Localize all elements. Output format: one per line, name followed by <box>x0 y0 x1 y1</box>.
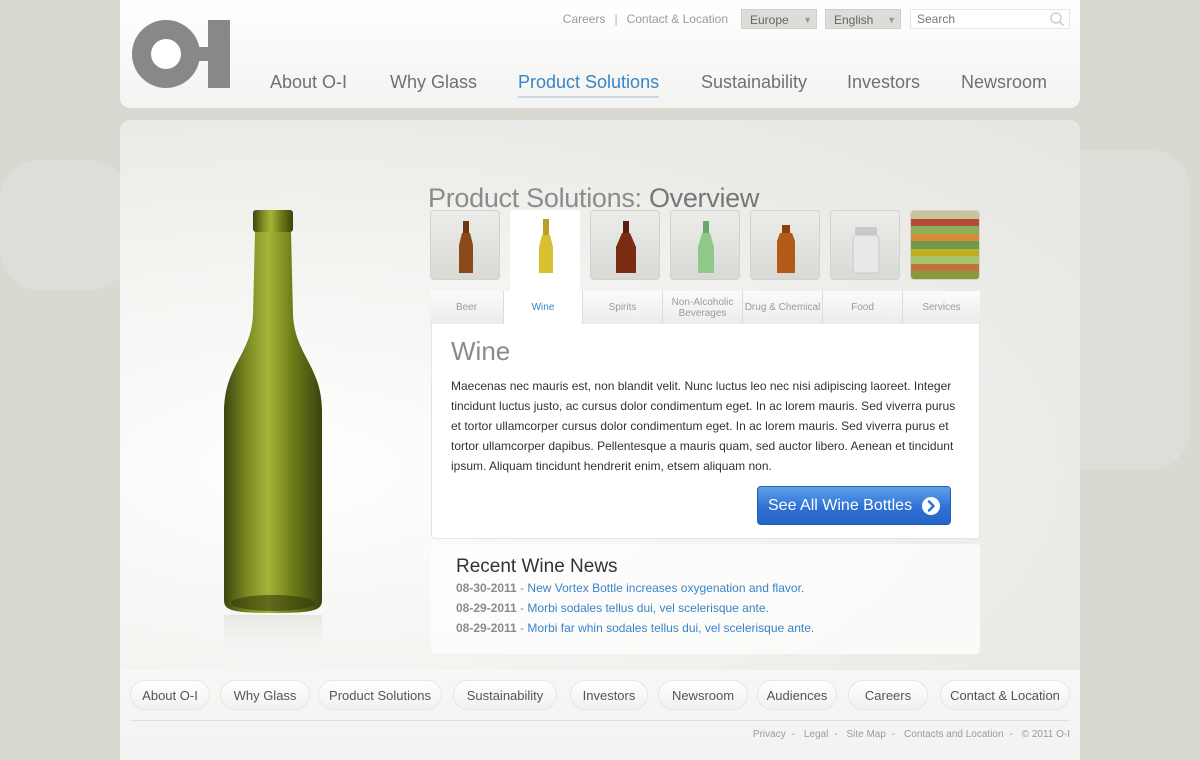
news-link[interactable]: Morbi far whin sodales tellus dui, vel s… <box>527 621 814 635</box>
drug-chemical-thumbnail[interactable] <box>750 210 820 280</box>
utility-bar: Careers | Contact & Location Europe ▼ En… <box>563 9 1070 29</box>
footer-divider <box>130 720 1070 721</box>
card-body: Maecenas nec mauris est, non blandit vel… <box>451 379 956 473</box>
page-title-prefix: Product Solutions: <box>428 183 642 214</box>
site-map-link[interactable]: Site Map <box>846 729 885 740</box>
footer-nav-newsroom[interactable]: Newsroom <box>658 680 748 710</box>
footer-nav-why-glass[interactable]: Why Glass <box>220 680 310 710</box>
news-link[interactable]: Morbi sodales tellus dui, vel scelerisqu… <box>527 601 768 615</box>
spirits-thumbnail[interactable] <box>590 210 660 280</box>
footer-nav-about[interactable]: About O-I <box>130 680 210 710</box>
utility-separator: | <box>614 12 618 26</box>
language-select[interactable]: English ▼ <box>825 9 901 29</box>
dropdown-arrow-icon: ▼ <box>887 15 896 25</box>
contacts-location-link[interactable]: Contacts and Location <box>904 729 1004 740</box>
site-header: Careers | Contact & Location Europe ▼ En… <box>120 0 1080 108</box>
news-item: 08-29-2011 - Morbi far whin sodales tell… <box>456 621 815 635</box>
category-card: Wine Maecenas nec mauris est, non blandi… <box>431 324 980 539</box>
news-date: 08-29-2011 <box>456 621 517 635</box>
arrow-right-circle-icon <box>922 497 940 515</box>
footer-nav-sustainability[interactable]: Sustainability <box>453 680 557 710</box>
beer-thumbnail[interactable] <box>430 210 500 280</box>
language-select-value: English <box>834 13 874 27</box>
site-footer: About O-I Why Glass Product Solutions Su… <box>120 670 1080 760</box>
background-shape <box>0 160 130 290</box>
region-select[interactable]: Europe ▼ <box>741 9 817 29</box>
news-item: 08-29-2011 - Morbi sodales tellus dui, v… <box>456 601 769 615</box>
nav-newsroom[interactable]: Newsroom <box>961 72 1047 93</box>
tab-food[interactable]: Food <box>823 291 903 324</box>
careers-link[interactable]: Careers <box>563 12 606 26</box>
footer-nav-investors[interactable]: Investors <box>570 680 648 710</box>
news-title: Recent Wine News <box>456 556 618 577</box>
news-date: 08-29-2011 <box>456 601 517 615</box>
page-title-emphasis: Overview <box>648 183 760 214</box>
news-link[interactable]: New Vortex Bottle increases oxygenation … <box>527 581 804 595</box>
news-item: 08-30-2011 - New Vortex Bottle increases… <box>456 581 805 595</box>
footer-nav-careers[interactable]: Careers <box>848 680 928 710</box>
tab-wine[interactable]: Wine <box>504 291 583 324</box>
tab-non-alcoholic[interactable]: Non-Alcoholic Beverages <box>663 291 743 324</box>
footer-nav-contact-location[interactable]: Contact & Location <box>940 680 1070 710</box>
nav-product-solutions[interactable]: Product Solutions <box>518 72 660 98</box>
privacy-link[interactable]: Privacy <box>753 729 786 740</box>
tab-services[interactable]: Services <box>903 291 980 324</box>
wine-bottle-image <box>224 210 322 675</box>
see-all-wine-bottles-button[interactable]: See All Wine Bottles <box>757 486 951 525</box>
content-panel: Product Solutions: Overview Beer Wine Sp… <box>120 120 1080 680</box>
footer-nav-product-solutions[interactable]: Product Solutions <box>318 680 442 710</box>
copyright-text: © 2011 O-I <box>1021 729 1070 740</box>
tab-drug-chemical[interactable]: Drug & Chemical <box>743 291 823 324</box>
search-input[interactable] <box>911 10 1053 28</box>
food-thumbnail[interactable] <box>830 210 900 280</box>
dropdown-arrow-icon: ▼ <box>803 15 812 25</box>
contact-location-link[interactable]: Contact & Location <box>627 12 728 26</box>
nav-sustainability[interactable]: Sustainability <box>701 72 807 93</box>
nav-why-glass[interactable]: Why Glass <box>390 72 477 93</box>
non-alcoholic-thumbnail[interactable] <box>670 210 740 280</box>
tab-beer[interactable]: Beer <box>430 291 504 324</box>
oi-logo[interactable] <box>130 18 230 90</box>
tab-spirits[interactable]: Spirits <box>583 291 663 324</box>
recent-news: Recent Wine News 08-30-2011 - New Vortex… <box>431 544 980 654</box>
legal-link[interactable]: Legal <box>804 729 828 740</box>
search-box <box>910 9 1070 29</box>
services-thumbnail[interactable] <box>910 210 980 280</box>
search-icon[interactable] <box>1049 11 1065 27</box>
legal-links: Privacy - Legal - Site Map - Contacts and L… <box>752 729 1070 740</box>
region-select-value: Europe <box>750 13 789 27</box>
nav-about[interactable]: About O-I <box>270 72 347 93</box>
nav-investors[interactable]: Investors <box>847 72 920 93</box>
news-date: 08-30-2011 <box>456 581 517 595</box>
footer-nav-audiences[interactable]: Audiences <box>757 680 837 710</box>
card-title: Wine <box>451 336 511 366</box>
category-tabs: Beer Wine Spirits Non-Alcoholic Beverage… <box>430 291 980 325</box>
cta-label: See All Wine Bottles <box>768 496 913 514</box>
wine-thumbnail[interactable] <box>510 210 580 292</box>
